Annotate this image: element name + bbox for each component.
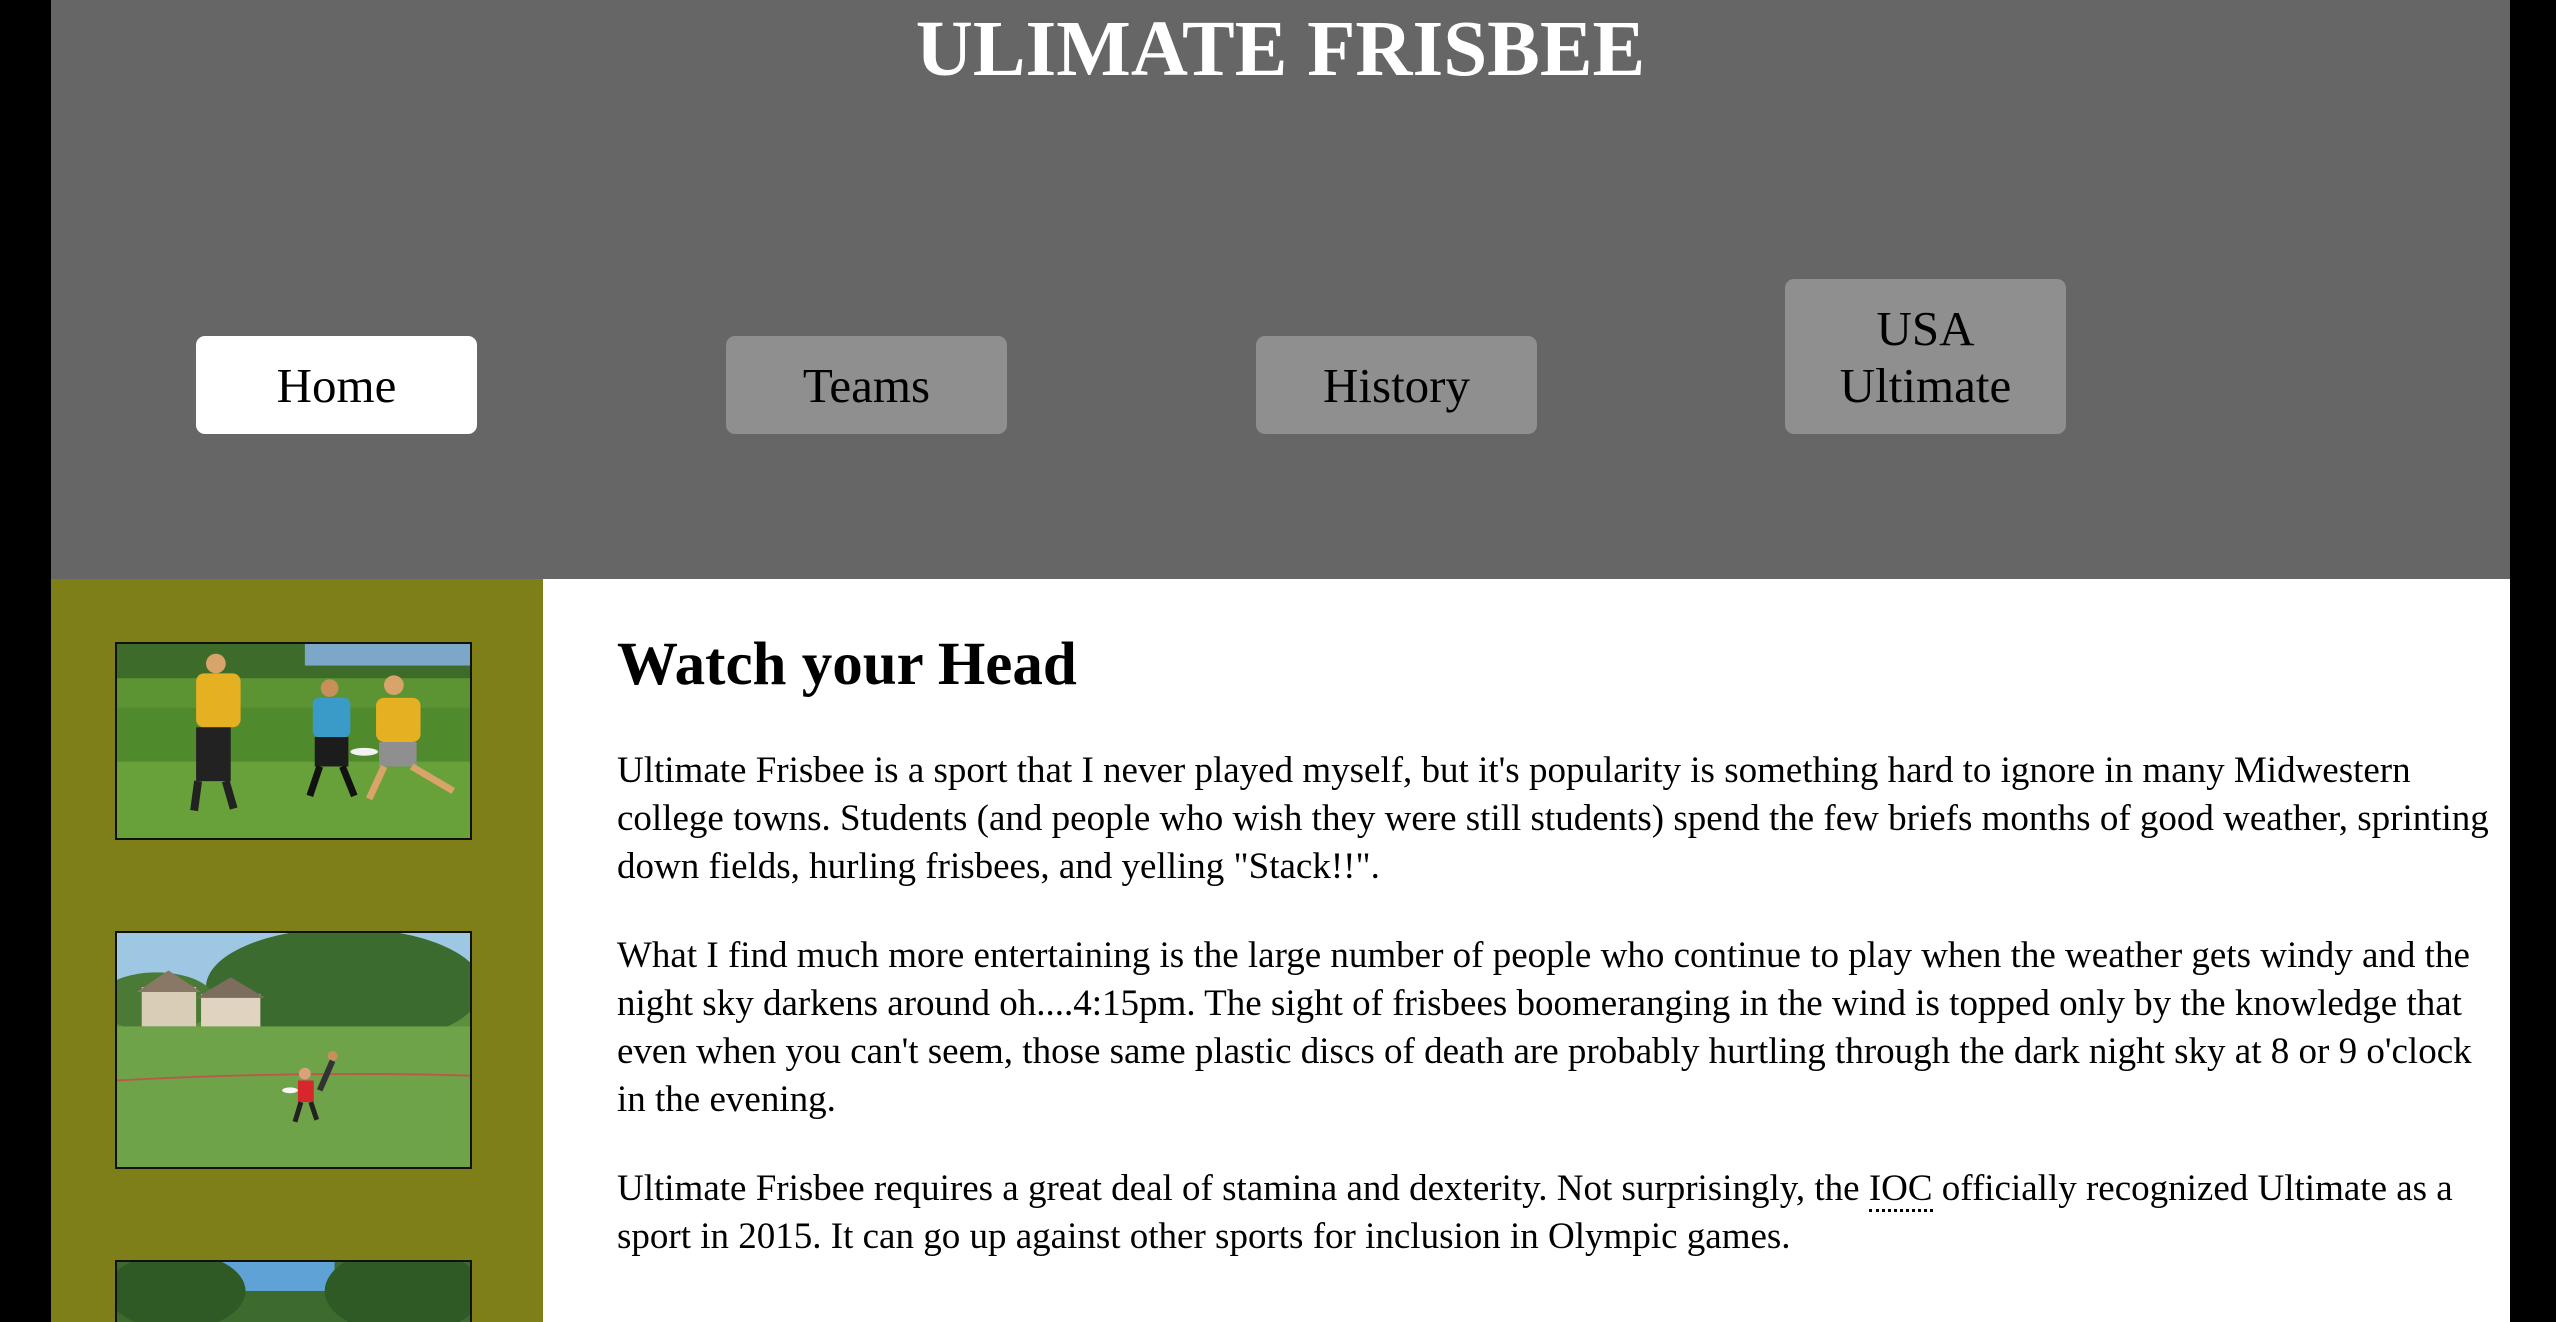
nav-home-button[interactable]: Home: [196, 336, 477, 434]
article-paragraph-3: Ultimate Frisbee requires a great deal o…: [617, 1165, 2497, 1261]
photo-sidebar: [51, 579, 543, 1322]
frisbee-photo-trees: [115, 1260, 472, 1322]
frisbee-photo-players: [115, 642, 472, 840]
article-heading: Watch your Head: [617, 631, 1077, 698]
ioc-abbreviation[interactable]: IOC: [1868, 1168, 1933, 1212]
nav-usa-ultimate-button[interactable]: USA Ultimate: [1785, 279, 2066, 434]
photo-image: [117, 644, 470, 838]
photo-image: [117, 1262, 470, 1322]
site-title: ULIMATE FRISBEE: [915, 6, 1646, 93]
photo-image: [117, 933, 470, 1167]
article-paragraph-2: What I find much more entertaining is th…: [617, 935, 2472, 1120]
nav-teams-button[interactable]: Teams: [726, 336, 1007, 434]
page-wrapper: ULIMATE FRISBEE Home Teams History USA U…: [51, 0, 2510, 1322]
frisbee-photo-field: [115, 931, 472, 1169]
site-header: ULIMATE FRISBEE Home Teams History USA U…: [51, 0, 2510, 579]
nav-history-button[interactable]: History: [1256, 336, 1537, 434]
article-paragraph-1: Ultimate Frisbee is a sport that I never…: [617, 750, 2489, 887]
paragraph-text: Ultimate Frisbee requires a great deal o…: [617, 1168, 1869, 1209]
